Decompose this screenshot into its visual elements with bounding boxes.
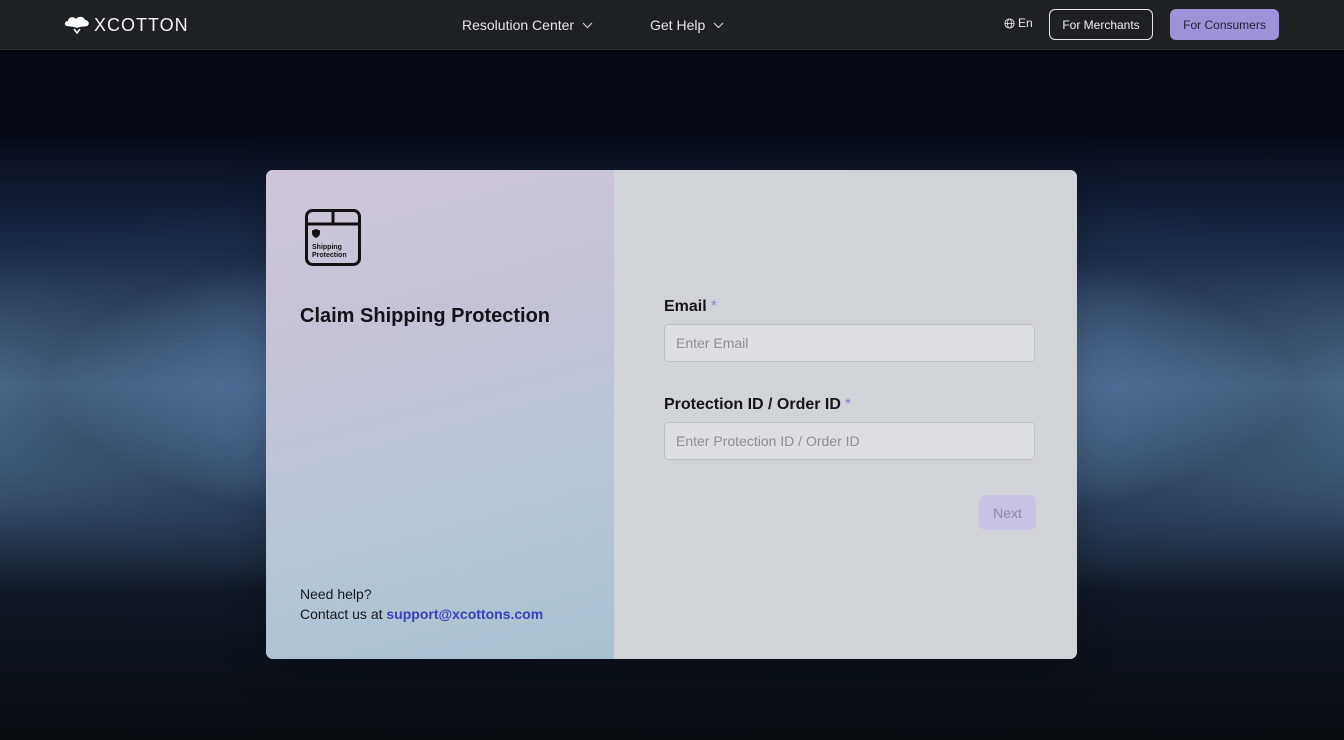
protection-id-label: Protection ID / Order ID * xyxy=(664,396,851,414)
email-label: Email * xyxy=(664,298,717,316)
language-selector[interactable]: En xyxy=(1004,16,1033,30)
globe-icon xyxy=(1004,17,1015,29)
contact-prefix: Contact us at xyxy=(300,606,383,622)
protection-id-label-text: Protection ID / Order ID xyxy=(664,396,841,413)
chevron-down-icon xyxy=(582,22,593,28)
claim-info-panel: Shipping Protection Claim Shipping Prote… xyxy=(266,170,614,659)
language-label: En xyxy=(1018,16,1033,30)
next-button[interactable]: Next xyxy=(979,495,1036,530)
claim-form: Email* Protection ID / Order ID* Next xyxy=(614,170,1077,659)
nav-get-help-label: Get Help xyxy=(650,17,706,33)
box-icon-text-line1: Shipping xyxy=(312,244,342,251)
support-email-link[interactable]: support@xcottons.com xyxy=(386,606,543,622)
for-merchants-button[interactable]: For Merchants xyxy=(1049,9,1153,40)
email-field[interactable] xyxy=(664,324,1035,362)
nav-resolution-center-label: Resolution Center xyxy=(462,17,575,33)
brand-name: XCOTTON xyxy=(94,14,189,35)
shipping-protection-box-icon: Shipping Protection xyxy=(305,209,361,266)
required-marker: * xyxy=(844,396,852,413)
cloud-logo-icon xyxy=(64,16,89,35)
nav-resolution-center[interactable]: Resolution Center xyxy=(462,15,593,35)
chevron-down-icon xyxy=(713,22,724,28)
top-navigation-bar: XCOTTON Resolution Center Get Help En Fo… xyxy=(0,0,1344,50)
contact-line: Contact us at support@xcottons.com xyxy=(300,606,543,622)
claim-card: Shipping Protection Claim Shipping Prote… xyxy=(266,170,1077,659)
nav-get-help[interactable]: Get Help xyxy=(650,15,724,35)
page-title: Claim Shipping Protection xyxy=(300,305,551,327)
for-consumers-button[interactable]: For Consumers xyxy=(1170,9,1279,40)
required-marker: * xyxy=(710,298,717,315)
email-label-text: Email xyxy=(664,298,707,315)
protection-id-field[interactable] xyxy=(664,422,1035,460)
help-prompt: Need help? xyxy=(300,586,372,602)
brand-logo[interactable]: XCOTTON xyxy=(63,12,189,38)
box-icon-text-line2: Protection xyxy=(312,252,347,259)
